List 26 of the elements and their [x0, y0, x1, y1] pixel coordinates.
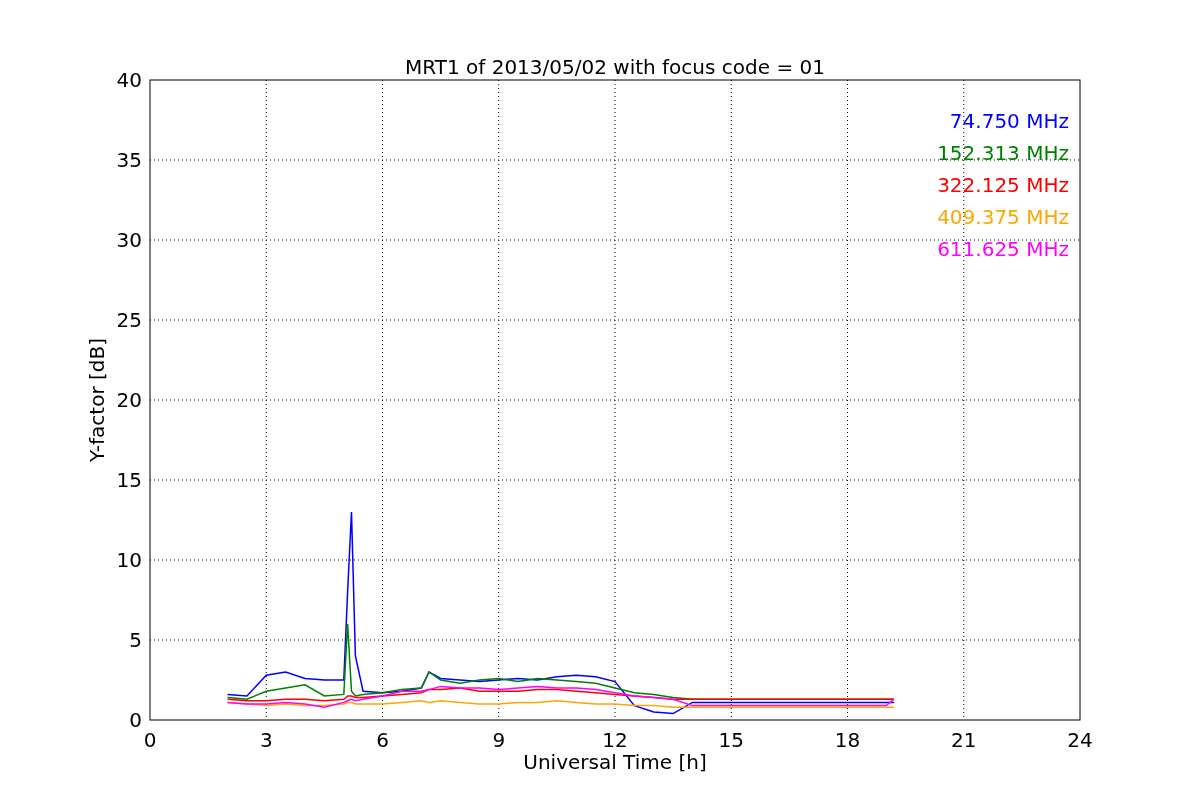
legend-label: 409.375 MHz: [937, 205, 1069, 229]
tick-label: 6: [376, 728, 389, 752]
tick-label: 9: [492, 728, 506, 752]
axis-label: Universal Time [h]: [523, 750, 707, 774]
tick-label: 35: [116, 148, 142, 172]
tick-label: 25: [116, 308, 142, 332]
legend-label: 74.750 MHz: [949, 109, 1069, 133]
tick-label: 18: [834, 728, 861, 752]
tick-label: 0: [143, 728, 157, 752]
legend-label: 611.625 MHz: [937, 237, 1069, 261]
tick-label: 20: [116, 388, 142, 412]
legend-label: 322.125 MHz: [937, 173, 1069, 197]
axis-label: Y-factor [dB]: [85, 338, 109, 462]
tick-label: 24: [1067, 728, 1093, 752]
tick-label: 15: [718, 728, 744, 752]
tick-label: 12: [602, 728, 628, 752]
tick-label: 0: [129, 708, 142, 732]
tick-label: 30: [116, 228, 142, 252]
tick-label: 10: [116, 548, 142, 572]
legend-label: 152.313 MHz: [937, 141, 1069, 165]
tick-label: 5: [129, 628, 142, 652]
tick-label: 3: [259, 728, 273, 752]
tick-label: 21: [951, 728, 977, 752]
tick-label: 40: [116, 68, 142, 92]
chart-title: MRT1 of 2013/05/02 with focus code = 01: [405, 55, 825, 79]
tick-label: 15: [116, 468, 142, 492]
